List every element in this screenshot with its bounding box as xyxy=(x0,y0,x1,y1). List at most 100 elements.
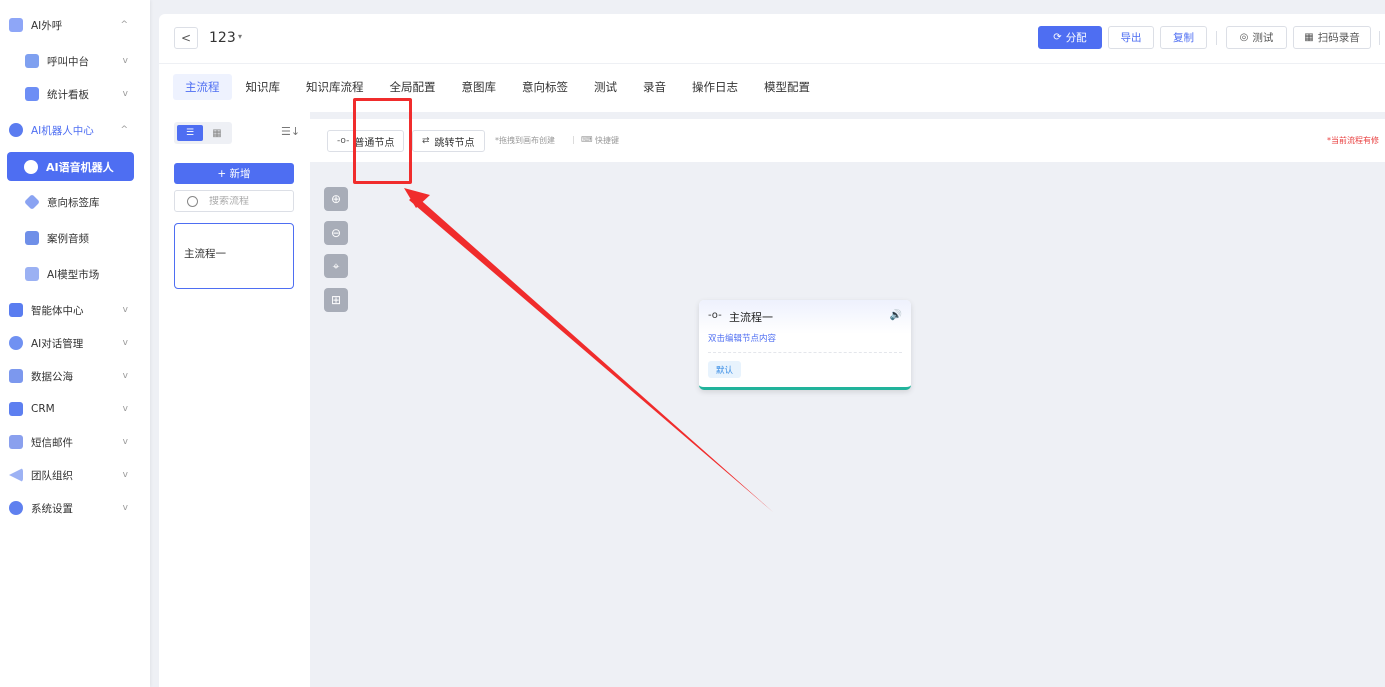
sidebar-item-label: AI机器人中心 xyxy=(31,124,94,137)
divider xyxy=(1379,31,1380,45)
chevron-down-icon: v xyxy=(122,89,128,99)
zoom-in-icon[interactable]: ⊕ xyxy=(324,187,348,211)
tab-recording[interactable]: 录音 xyxy=(631,74,678,100)
folder-icon xyxy=(25,231,39,245)
main-panel: < 123 ▾ ⟳ 分配 导出 复制 ◎ 测试 ▦ 扫码录音 主流程 知识库 知识库流… xyxy=(159,14,1385,687)
test-button[interactable]: ◎ 测试 xyxy=(1226,26,1287,49)
sidebar-item-data-pool[interactable]: 数据公海 v xyxy=(0,363,150,389)
search-input[interactable] xyxy=(209,195,289,207)
chevron-down-icon: v xyxy=(122,305,128,315)
sidebar-item-ai-voice-robot[interactable]: AI语音机器人 xyxy=(7,152,134,181)
sidebar-item-agent-center[interactable]: 智能体中心 v xyxy=(0,297,150,323)
flow-node[interactable]: -o- 主流程一 🔊 双击编辑节点内容 默认 xyxy=(699,300,911,390)
tab-intent-tags[interactable]: 意向标签 xyxy=(510,74,580,100)
sidebar-item-label: 数据公海 xyxy=(31,370,73,383)
shortcut-label[interactable]: 快捷键 xyxy=(595,135,619,146)
assign-button[interactable]: ⟳ 分配 xyxy=(1038,26,1102,49)
sidebar-item-label: 系统设置 xyxy=(31,502,73,515)
copy-button[interactable]: 复制 xyxy=(1160,26,1207,49)
sidebar-item-call-center[interactable]: 呼叫中台 v xyxy=(0,48,150,74)
tab-test[interactable]: 测试 xyxy=(582,74,629,100)
tab-main-flow[interactable]: 主流程 xyxy=(173,74,232,100)
sidebar-item-case-audio[interactable]: 案例音频 xyxy=(0,225,150,251)
chevron-down-icon: v xyxy=(122,404,128,414)
sidebar-item-stats-board[interactable]: 统计看板 v xyxy=(0,81,150,107)
assign-label: 分配 xyxy=(1065,32,1087,44)
user-icon xyxy=(25,54,39,68)
sidebar-item-team-org[interactable]: 团队组织 v xyxy=(0,462,150,488)
sidebar-item-ai-outbound[interactable]: AI外呼 ^ xyxy=(0,12,150,38)
tab-model-config[interactable]: 模型配置 xyxy=(752,74,822,100)
tab-operation-log[interactable]: 操作日志 xyxy=(680,74,750,100)
chevron-down-icon: v xyxy=(122,338,128,348)
flow-search xyxy=(174,190,294,212)
tab-knowledge-base[interactable]: 知识库 xyxy=(234,74,293,100)
jump-node-label: 跳转节点 xyxy=(434,137,475,149)
sidebar: AI外呼 ^ 呼叫中台 v 统计看板 v AI机器人中心 ^ AI语音机器人 意… xyxy=(0,0,150,687)
drag-hint: *拖拽到画布创建 xyxy=(495,136,555,145)
sidebar-item-sms-mail[interactable]: 短信邮件 v xyxy=(0,429,150,455)
project-name[interactable]: 123 xyxy=(209,30,236,46)
node-title: 主流程一 xyxy=(729,311,773,324)
node-description: 双击编辑节点内容 xyxy=(708,334,777,344)
zoom-out-icon[interactable]: ⊖ xyxy=(324,221,348,245)
chevron-up-icon: ^ xyxy=(120,125,128,135)
chevron-left-icon: < xyxy=(180,31,192,45)
list-view-icon[interactable]: ☰ xyxy=(177,125,203,141)
jump-icon: ⇄ xyxy=(422,136,430,146)
top-bar: < 123 ▾ ⟳ 分配 导出 复制 ◎ 测试 ▦ 扫码录音 xyxy=(159,14,1385,64)
chart-icon xyxy=(25,87,39,101)
sidebar-item-ai-robot-center[interactable]: AI机器人中心 ^ xyxy=(0,117,150,143)
keyboard-icon[interactable]: ⌨ xyxy=(581,135,593,144)
sidebar-item-system-settings[interactable]: 系统设置 v xyxy=(0,495,150,521)
tab-global-config[interactable]: 全局配置 xyxy=(378,74,448,100)
sidebar-item-intent-tag-lib[interactable]: 意向标签库 xyxy=(0,189,150,215)
sidebar-item-label: CRM xyxy=(31,403,55,415)
agent-icon xyxy=(9,303,23,317)
flow-card[interactable]: 主流程一 xyxy=(174,223,294,289)
chevron-down-icon: v xyxy=(122,371,128,381)
user-icon xyxy=(9,18,23,32)
divider xyxy=(1216,31,1217,45)
team-icon xyxy=(9,468,23,482)
speaker-icon[interactable]: 🔊 xyxy=(890,310,902,321)
data-icon xyxy=(9,369,23,383)
node-icon: -o- xyxy=(337,136,350,146)
search-icon xyxy=(187,195,198,207)
jump-node-button[interactable]: ⇄ 跳转节点 xyxy=(412,130,485,152)
caret-down-icon[interactable]: ▾ xyxy=(238,32,242,41)
sidebar-item-label: 统计看板 xyxy=(47,88,89,101)
crm-icon xyxy=(9,402,23,416)
locate-icon[interactable]: ⌖ xyxy=(324,254,348,278)
sort-icon[interactable]: ☰↓ xyxy=(281,125,300,138)
divider xyxy=(708,352,902,353)
flow-canvas[interactable]: -o- 普通节点 ⇄ 跳转节点 *拖拽到画布创建 | ⌨ 快捷键 *当前流程有修 ⊕… xyxy=(310,112,1385,687)
sidebar-item-label: 短信邮件 xyxy=(31,436,73,449)
tab-intent-lib[interactable]: 意图库 xyxy=(450,74,509,100)
sidebar-item-ai-model-market[interactable]: AI模型市场 xyxy=(0,261,150,287)
sidebar-item-ai-dialog-mgmt[interactable]: AI对话管理 v xyxy=(0,330,150,356)
sidebar-item-label: AI对话管理 xyxy=(31,337,84,350)
model-icon xyxy=(25,267,39,281)
assign-icon: ⟳ xyxy=(1053,32,1062,43)
sidebar-item-label: AI语音机器人 xyxy=(46,160,114,174)
scan-record-button[interactable]: ▦ 扫码录音 xyxy=(1293,26,1371,49)
add-flow-button[interactable]: + 新增 xyxy=(174,163,294,184)
sidebar-item-crm[interactable]: CRM v xyxy=(0,396,150,422)
sidebar-item-label: 案例音频 xyxy=(47,232,89,245)
test-label: 测试 xyxy=(1252,32,1274,44)
tab-knowledge-flow[interactable]: 知识库流程 xyxy=(294,74,376,100)
sidebar-item-label: 意向标签库 xyxy=(47,196,100,209)
tab-bar: 主流程 知识库 知识库流程 全局配置 意图库 意向标签 测试 录音 操作日志 模… xyxy=(173,74,824,100)
grid-view-icon[interactable]: ▦ xyxy=(206,125,228,141)
test-icon: ◎ xyxy=(1239,32,1249,43)
chevron-down-icon: v xyxy=(122,503,128,513)
copy-label: 复制 xyxy=(1173,32,1194,44)
layout-icon[interactable]: ⊞ xyxy=(324,288,348,312)
sidebar-item-label: 智能体中心 xyxy=(31,304,84,317)
export-button[interactable]: 导出 xyxy=(1108,26,1154,49)
back-button[interactable]: < xyxy=(174,27,198,49)
sidebar-item-label: AI外呼 xyxy=(31,19,63,32)
robot-icon xyxy=(9,123,23,137)
node-type-icon: -o- xyxy=(708,310,722,321)
